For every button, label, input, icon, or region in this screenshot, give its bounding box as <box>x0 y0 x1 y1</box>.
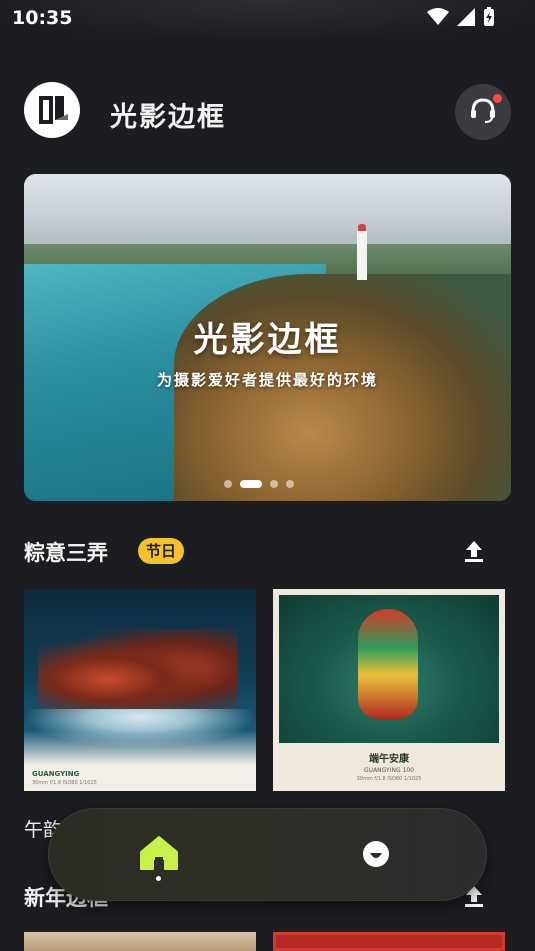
carousel-indicator <box>224 480 294 488</box>
frame-meta: 30mm f/1.8 ISO80 1/1025 <box>356 776 422 782</box>
banner-sky <box>24 174 511 254</box>
banner-subtitle: 为摄影爱好者提供最好的环境 <box>156 371 378 389</box>
frame-card[interactable]: GUANGYING 30mm f/1.8 ISO80 1/1025 <box>24 589 256 791</box>
frame-meta: 30mm f/1.8 ISO80 1/1025 <box>32 780 97 786</box>
carousel-dot[interactable] <box>270 480 278 488</box>
signal-icon <box>457 8 475 30</box>
support-button[interactable] <box>455 84 511 140</box>
carousel-dot[interactable] <box>224 480 232 488</box>
section-title: 粽意三弄 <box>24 541 108 565</box>
profile-icon[interactable] <box>361 839 391 869</box>
wifi-icon <box>427 8 449 30</box>
banner-title: 光影边框 <box>193 320 342 360</box>
bottom-navigation <box>48 808 487 901</box>
battery-charging-icon <box>483 7 495 31</box>
app-title: 光影边框 <box>110 102 226 133</box>
carousel-dot[interactable] <box>286 480 294 488</box>
home-icon[interactable] <box>137 833 181 881</box>
upload-icon[interactable] <box>463 539 485 563</box>
hero-banner[interactable]: 光影边框 为摄影爱好者提供最好的环境 <box>24 174 511 501</box>
frame-card[interactable]: 端午安康 GUANGYING 100 30mm f/1.8 ISO80 1/10… <box>273 589 505 791</box>
frame-card[interactable] <box>273 932 505 951</box>
frame-caption: 端午安康 <box>369 754 409 765</box>
status-bar: 10:35 <box>0 0 535 38</box>
notification-badge <box>493 94 502 103</box>
status-time: 10:35 <box>12 7 73 29</box>
app-logo-icon <box>24 82 80 138</box>
active-indicator <box>156 876 161 881</box>
section-header: 粽意三弄 节日 <box>24 535 511 569</box>
frame-brand: GUANGYING 100 <box>364 767 414 774</box>
festival-tag: 节日 <box>138 538 185 564</box>
lighthouse-image <box>357 224 367 280</box>
frame-card[interactable] <box>24 932 256 951</box>
dragon-head-image <box>358 609 418 719</box>
carousel-dot-active[interactable] <box>240 480 262 488</box>
app-header: 光影边框 <box>0 82 535 142</box>
frame-brand: GUANGYING <box>32 770 80 778</box>
wave-image <box>24 709 256 749</box>
status-icons <box>427 7 495 31</box>
